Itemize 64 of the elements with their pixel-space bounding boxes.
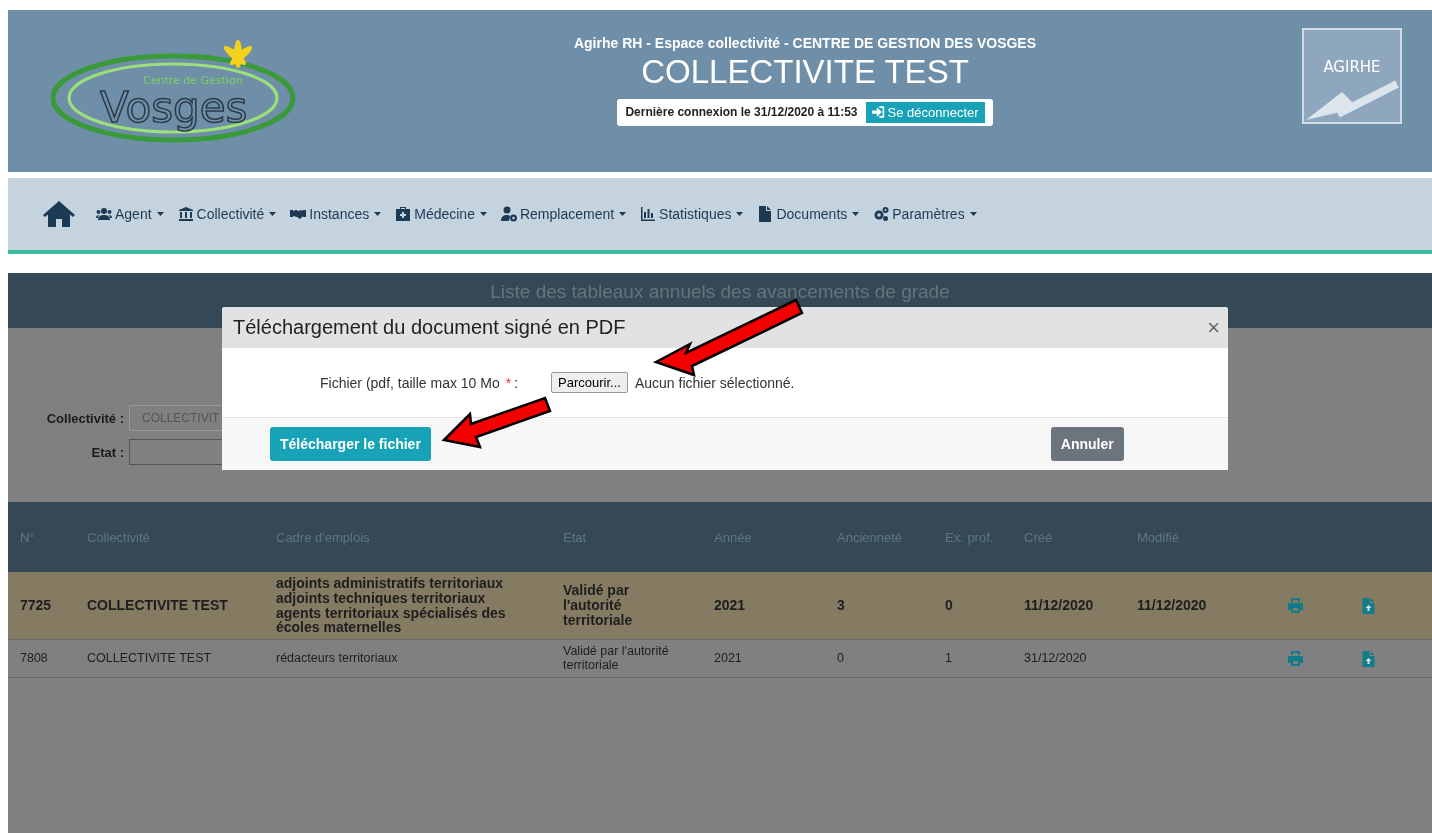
nav-menu-item[interactable]: Statistiques — [640, 206, 744, 222]
caret-icon — [969, 212, 977, 216]
table-cell-text: 0 — [945, 598, 954, 613]
printer-icon — [1287, 598, 1304, 613]
nav-menu-item[interactable]: Remplacement — [500, 206, 627, 222]
browse-button[interactable]: Parcourir... — [551, 372, 628, 393]
table-cell-text: COLLECTIVITE TEST — [87, 651, 213, 666]
table-row[interactable] — [8, 572, 1432, 640]
file-upload-icon — [1362, 597, 1375, 614]
document-icon — [757, 206, 774, 222]
file-status-text: Aucun fichier sélectionné. — [634, 374, 795, 391]
modal-title: Téléchargement du document signé en PDF — [233, 316, 626, 339]
upload-file-button[interactable] — [1362, 597, 1375, 614]
header-subtitle: Agirhe RH - Espace collectivité - CENTRE DE GESTION DES VOSGES — [573, 34, 1037, 51]
file-upload-icon — [1362, 650, 1375, 667]
gears-icon — [873, 206, 890, 222]
upload-file-button[interactable] — [1362, 650, 1375, 667]
filter-label: Etat : — [90, 444, 124, 460]
bar-chart-icon — [640, 206, 657, 222]
last-login-text: Dernière connexion le 31/12/2020 à 11:53 — [625, 105, 858, 119]
caret-icon — [374, 212, 382, 216]
filter-label: Collectivité : — [45, 410, 124, 426]
sign-out-icon — [871, 106, 885, 118]
required-mark: * — [505, 374, 512, 391]
caret-icon — [479, 212, 487, 216]
table-cell-text: 31/12/2020 — [1024, 651, 1088, 666]
table-cell-text: Validé par l'autorité territoriale — [563, 645, 670, 672]
field-label: Fichier (pdf, taille max 10 Mo — [320, 374, 500, 391]
table-row[interactable]: 7808 COLLECTIVITE TEST rédacteurs territoriaux Validé par l'autorité territoriale 2021 0 1 31/12/2020 — [8, 640, 1432, 678]
field-label-colon: : — [514, 374, 519, 391]
printer-icon — [1287, 651, 1304, 666]
table-cell-text: COLLECTIVITE TEST — [87, 598, 229, 613]
medical-kit-icon — [395, 206, 412, 222]
caret-icon — [619, 212, 627, 216]
columns-building-icon — [177, 206, 194, 222]
nav-menu-item[interactable]: Instances — [290, 206, 382, 222]
logo-drawing: AGIRHE — [1302, 28, 1402, 124]
caret-icon — [269, 212, 277, 216]
table-cell-text: 7725 — [20, 598, 53, 613]
close-button[interactable]: × — [1207, 314, 1220, 341]
table-cell-text: 11/12/2020 — [1137, 598, 1208, 613]
users-icon — [96, 206, 112, 222]
table-cell-text: 2021 — [714, 598, 747, 613]
table-cell-text: 11/12/2020 — [1024, 598, 1095, 613]
nav-menu-item[interactable]: Médecine — [395, 206, 487, 222]
nav-menu-item[interactable]: Collectivité — [177, 206, 277, 222]
nav-menu-item[interactable]: Paramètres — [873, 206, 977, 222]
nav-menu-item[interactable]: Agent — [96, 206, 164, 222]
table-cell-text: 0 — [837, 651, 845, 666]
caret-icon — [156, 212, 164, 216]
table-cell-text: 7808 — [20, 651, 49, 666]
header-title: COLLECTIVITE TEST — [641, 52, 969, 91]
table-cell-text: 2021 — [714, 651, 743, 666]
caret-icon — [736, 212, 744, 216]
nav-menu-item[interactable]: Documents — [757, 206, 860, 222]
home-icon — [42, 199, 76, 229]
table-cell-text: 1 — [945, 651, 953, 666]
table-cell-text: 3 — [837, 598, 846, 613]
table-cell-text: adjoints administratifs territoriaux adjoints techniques territoriaux agents territoriaux spécialisés des écoles maternelles — [276, 576, 507, 635]
cancel-button[interactable]: Annuler — [1050, 427, 1124, 461]
caret-icon — [852, 212, 860, 216]
table-cell-text: Validé par l'autorité territoriale — [563, 583, 634, 628]
user-gear-icon — [500, 206, 517, 222]
table-cell-text: rédacteurs territoriaux — [276, 651, 399, 666]
